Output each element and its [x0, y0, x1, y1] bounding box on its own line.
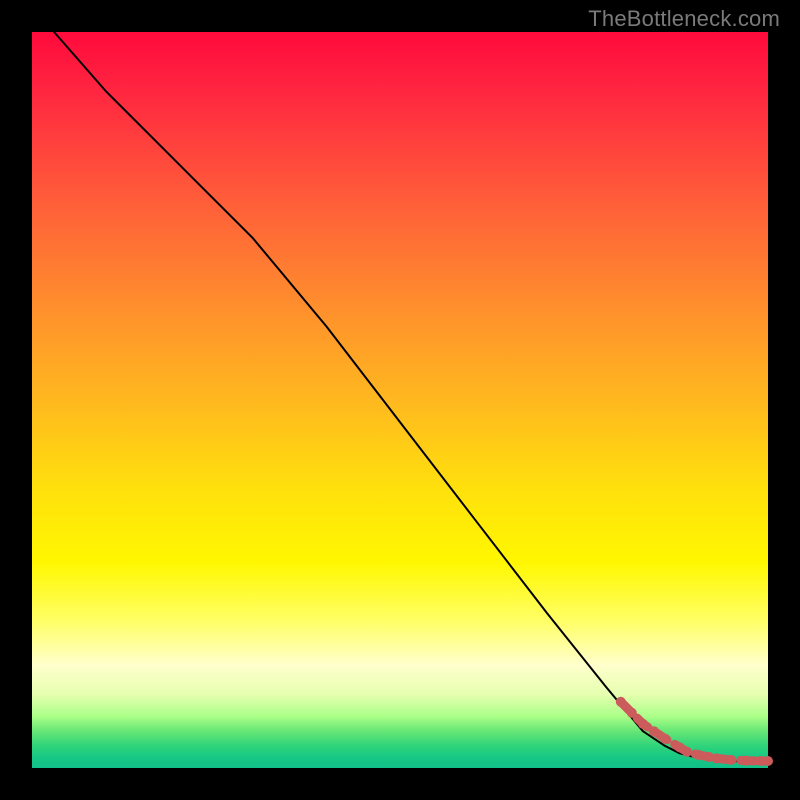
watermark-text: TheBottleneck.com [588, 6, 780, 32]
highlight-dots [616, 697, 773, 766]
curve-line [54, 32, 768, 761]
chart-svg [32, 32, 768, 768]
plot-area [32, 32, 768, 768]
chart-frame: TheBottleneck.com [0, 0, 800, 800]
